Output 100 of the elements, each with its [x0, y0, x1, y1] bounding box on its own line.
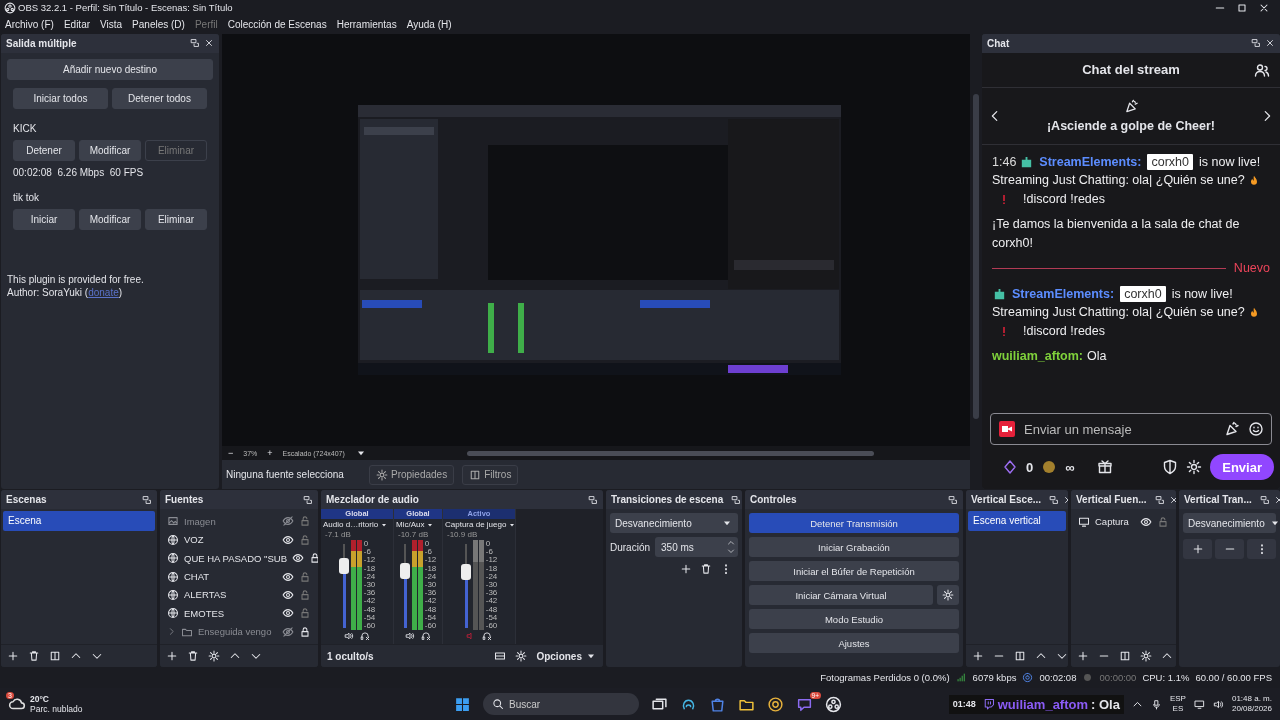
scrollbar[interactable] — [466, 450, 874, 456]
gear-icon[interactable] — [208, 650, 220, 663]
more-button[interactable] — [1247, 539, 1276, 560]
channel-name[interactable]: Captura de juego — [445, 520, 507, 530]
trash-icon[interactable] — [700, 563, 712, 576]
close-icon[interactable] — [204, 38, 214, 49]
stop-all-button[interactable]: Detener todos — [112, 87, 207, 109]
maximize-icon[interactable] — [1236, 2, 1248, 14]
filter-icon[interactable] — [1119, 650, 1131, 663]
source-name[interactable]: QUE HA PASADO "SUB — [184, 552, 287, 564]
remove-button[interactable] — [1215, 539, 1244, 560]
undock-icon[interactable] — [303, 494, 313, 505]
destination-button[interactable]: Iniciar — [13, 208, 75, 230]
menu-item[interactable]: Archivo (F) — [5, 19, 54, 31]
gear-icon[interactable] — [1140, 650, 1152, 663]
clock-date[interactable]: 20/08/2026 — [1231, 704, 1272, 715]
filter-icon[interactable] — [49, 650, 61, 663]
language-code[interactable]: ESP — [1169, 694, 1186, 705]
add-icon[interactable] — [1077, 650, 1089, 663]
chat-username[interactable]: wuiliam_aftom: — [992, 349, 1083, 364]
headphones-icon[interactable] — [360, 631, 370, 642]
undock-icon[interactable] — [588, 494, 598, 505]
scrollbar[interactable] — [973, 93, 979, 420]
menu-item[interactable]: Ayuda (H) — [406, 19, 452, 31]
menu-item[interactable]: Colección de Escenas — [227, 19, 327, 31]
shield-icon[interactable] — [1162, 459, 1179, 476]
start-icon[interactable] — [454, 695, 471, 713]
visibility-icon[interactable] — [282, 533, 294, 546]
speaker-icon[interactable] — [405, 631, 415, 642]
close-icon[interactable] — [1168, 494, 1176, 505]
browser-icon[interactable] — [767, 695, 784, 713]
visibility-icon[interactable] — [1140, 515, 1152, 528]
send-button[interactable]: Enviar — [1210, 454, 1274, 481]
transition-select[interactable]: Desvanecimiento — [610, 513, 738, 534]
undock-icon[interactable] — [190, 38, 200, 49]
filters-button[interactable]: Filtros — [462, 464, 519, 485]
language-code[interactable]: ES — [1172, 704, 1184, 715]
bag-icon[interactable] — [709, 695, 726, 713]
destination-button[interactable]: Eliminar — [145, 208, 207, 230]
emoji-icon[interactable] — [1248, 421, 1264, 438]
transition-select[interactable]: Desvanecimiento — [1183, 513, 1276, 534]
undock-icon[interactable] — [1154, 494, 1165, 505]
add-button[interactable] — [1183, 539, 1212, 560]
scene-item[interactable]: Escena vertical — [968, 511, 1066, 532]
clock-time[interactable]: 01:48 a. m. — [1231, 694, 1272, 705]
volume-icon[interactable] — [1212, 698, 1224, 710]
add-icon[interactable] — [680, 563, 692, 576]
control-button[interactable]: Iniciar Grabación — [749, 537, 959, 558]
close-icon[interactable] — [1258, 2, 1270, 14]
app-logo-icon[interactable] — [825, 695, 842, 713]
headphones-icon[interactable] — [482, 631, 492, 642]
chat-username[interactable]: StreamElements: — [1039, 152, 1142, 172]
destination-button[interactable]: Detener — [13, 139, 75, 161]
slider-thumb[interactable] — [399, 563, 410, 579]
source-name[interactable]: Enseguida vengo — [198, 626, 277, 638]
diamond-icon[interactable] — [1002, 459, 1018, 476]
filter-icon[interactable] — [1014, 650, 1026, 663]
properties-button[interactable]: Propiedades — [369, 464, 455, 485]
options-menu[interactable]: Opciones — [536, 650, 582, 662]
coin-icon[interactable] — [1041, 459, 1058, 476]
menu-item[interactable]: Paneles (D) — [132, 19, 185, 31]
source-name[interactable]: ALERTAS — [184, 589, 277, 601]
control-button[interactable]: Iniciar Cámara Virtual — [749, 585, 933, 606]
gear-icon[interactable] — [515, 650, 528, 663]
menu-item[interactable]: Vista — [100, 19, 123, 31]
layout-icon[interactable] — [494, 650, 507, 663]
microphone-icon[interactable] — [1150, 698, 1162, 710]
source-name[interactable]: VOZ — [184, 534, 277, 546]
channel-name[interactable]: Mic/Aux — [396, 520, 425, 530]
channel-name[interactable]: Audio d…ritorio — [323, 520, 379, 530]
undock-icon[interactable] — [142, 494, 152, 505]
source-name[interactable]: Imagen — [184, 515, 277, 527]
add-icon[interactable] — [7, 650, 19, 663]
users-icon[interactable] — [1254, 61, 1270, 78]
speaker-icon[interactable] — [344, 631, 354, 642]
undock-icon[interactable] — [731, 494, 742, 505]
visibility-icon[interactable] — [282, 570, 294, 583]
message-field[interactable]: Enviar un mensaje — [990, 413, 1272, 446]
duration-field[interactable]: 350 ms — [655, 537, 738, 558]
source-name[interactable]: Captura — [1095, 516, 1135, 528]
gift-icon[interactable] — [1096, 459, 1113, 476]
add-icon[interactable] — [166, 650, 178, 663]
settings-icon[interactable] — [1186, 459, 1203, 476]
slider-thumb[interactable] — [460, 563, 471, 580]
undock-icon[interactable] — [1251, 38, 1261, 49]
trash-icon[interactable] — [28, 650, 40, 663]
lock-icon[interactable] — [299, 625, 311, 638]
zoom-in-button[interactable]: + — [267, 448, 273, 459]
party-popper-icon[interactable] — [1224, 421, 1240, 438]
lock-icon[interactable] — [309, 552, 318, 565]
close-icon[interactable] — [1265, 38, 1275, 49]
source-name[interactable]: EMOTES — [184, 607, 277, 619]
control-button[interactable]: Detener Transmisión — [749, 513, 959, 534]
settings-button[interactable] — [937, 585, 959, 606]
zoom-out-button[interactable]: − — [228, 448, 234, 459]
undock-icon[interactable] — [1259, 494, 1270, 505]
close-icon[interactable] — [1273, 494, 1280, 505]
add-icon[interactable] — [972, 650, 984, 663]
destination-button[interactable]: Modificar — [79, 208, 141, 230]
chat-username[interactable]: StreamElements: — [1012, 284, 1115, 304]
